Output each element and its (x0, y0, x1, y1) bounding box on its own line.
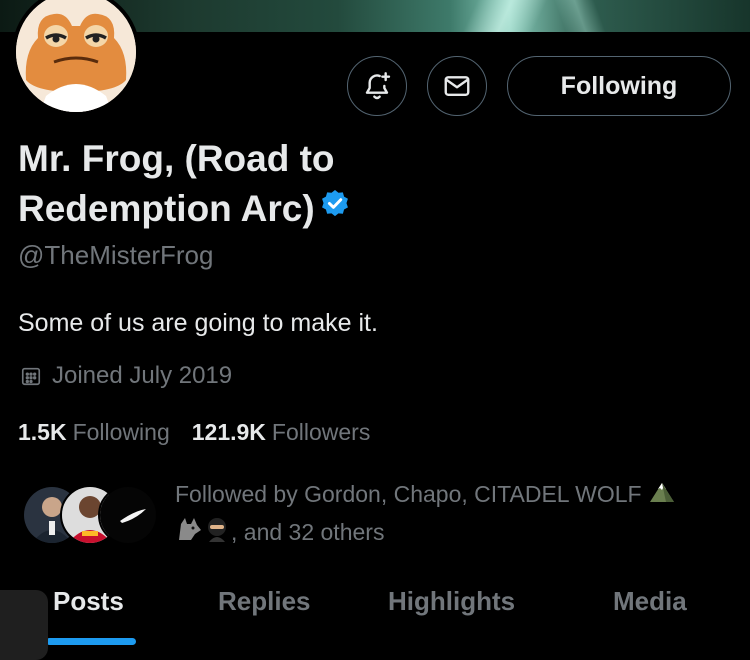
followed-by-avatars[interactable] (22, 485, 162, 545)
display-name-line2: Redemption Arc) (18, 188, 315, 229)
active-tab-indicator (46, 638, 136, 645)
profile-bio: Some of us are going to make it. (18, 309, 378, 337)
display-name: Mr. Frog, (Road to Redemption Arc) (18, 134, 438, 236)
following-label: Following (72, 419, 170, 445)
calendar-icon (21, 367, 41, 386)
followers-label: Followers (271, 419, 371, 445)
tab-highlights[interactable]: Highlights (388, 586, 515, 617)
followed-by-line2: , and 32 others (231, 518, 385, 545)
tab-posts[interactable]: Posts (53, 586, 124, 617)
joined-date: Joined July 2019 (20, 362, 232, 390)
verified-badge-icon[interactable] (319, 183, 351, 233)
follower-avatar-3[interactable] (98, 485, 158, 545)
notifications-button[interactable] (347, 56, 407, 116)
tab-replies[interactable]: Replies (218, 586, 311, 617)
display-name-line1: Mr. Frog, (Road to (18, 138, 335, 179)
bell-plus-icon (365, 72, 391, 100)
profile-handle: @TheMisterFrog (18, 240, 214, 270)
joined-text: Joined July 2019 (52, 362, 233, 389)
message-button[interactable] (427, 56, 487, 116)
followed-by-text[interactable]: Followed by Gordon, Chapo, CITADEL WOLF … (175, 476, 715, 552)
following-count: 1.5K (18, 419, 67, 445)
tab-media[interactable]: Media (613, 586, 687, 617)
profile-tabs: Posts Replies Highlights Media (0, 578, 750, 645)
mail-icon (444, 76, 470, 96)
following-button[interactable]: Following (507, 56, 731, 116)
profile-stats: 1.5K Following 121.9K Followers (18, 419, 392, 446)
followers-stat[interactable]: 121.9K Followers (192, 419, 371, 446)
mountain-emoji-icon (648, 478, 676, 514)
followed-by-line1: Followed by Gordon, Chapo, CITADEL WOLF (175, 481, 642, 507)
overlay-corner (0, 590, 48, 660)
following-stat[interactable]: 1.5K Following (18, 419, 170, 446)
ninja-emoji-icon (203, 516, 231, 552)
wolf-emoji-icon (175, 516, 203, 552)
profile-avatar[interactable] (12, 0, 140, 116)
followers-count: 121.9K (191, 419, 266, 445)
